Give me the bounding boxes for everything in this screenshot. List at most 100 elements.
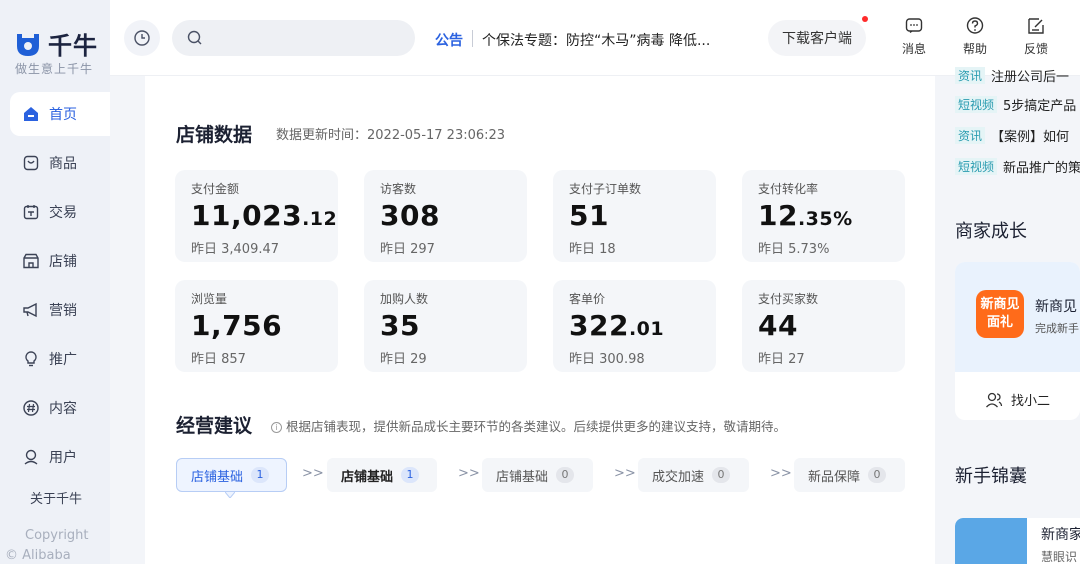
sidebar-item-marketing[interactable]: 营销 <box>10 288 110 332</box>
metric-label: 支付买家数 <box>758 292 819 306</box>
step-count-badge: 0 <box>712 467 731 483</box>
advice-title: 经营建议 <box>176 415 253 437</box>
sidebar-item-label: 首页 <box>49 107 77 123</box>
home-icon <box>22 105 40 123</box>
news-item[interactable]: 短视频 5步搞定产品 <box>955 95 1076 114</box>
search-input[interactable] <box>172 20 415 56</box>
feedback-icon <box>1028 18 1044 34</box>
download-client-button[interactable]: 下载客户端 <box>768 20 866 56</box>
step-label: 成交加速 <box>652 469 705 485</box>
metric-value: 51 <box>569 199 609 232</box>
advice-step-2[interactable]: 店铺基础 1 <box>327 458 437 492</box>
metric-label: 加购人数 <box>380 292 429 306</box>
search-icon <box>187 30 202 45</box>
feedback-button[interactable]: 反馈 <box>1016 16 1056 57</box>
people-icon <box>986 392 1003 407</box>
metric-yesterday: 昨日 29 <box>380 352 427 367</box>
metric-value: 308 <box>380 199 440 232</box>
growth-card-name: 新商见 <box>1035 299 1077 315</box>
store-icon <box>22 252 40 270</box>
advice-hint: i 根据店铺表现，提供新品成长主要环节的各类建议。后续提供更多的建议支持，敬请期待… <box>271 416 786 435</box>
metric-card-add-to-cart[interactable]: 加购人数 35 昨日 29 <box>364 280 527 372</box>
tips-title: 新手锦囊 <box>955 466 1027 487</box>
metric-yesterday: 昨日 3,409.47 <box>191 242 280 257</box>
sidebar-item-goods[interactable]: 商品 <box>10 141 110 185</box>
metric-card-paying-buyers[interactable]: 支付买家数 44 昨日 27 <box>742 280 905 372</box>
step-count-badge: 0 <box>556 467 575 483</box>
metric-label: 客单价 <box>569 292 606 306</box>
contact-staff-button[interactable]: 找小二 <box>985 390 1050 409</box>
clock-icon <box>134 30 150 46</box>
history-button[interactable] <box>124 20 160 56</box>
step-count-badge: 0 <box>868 467 887 483</box>
metric-yesterday: 昨日 27 <box>758 352 805 367</box>
tip-card-desc: 慧眼识 <box>1041 550 1078 564</box>
notification-dot <box>862 16 868 22</box>
sidebar-item-trade[interactable]: 交易 <box>10 190 110 234</box>
tip-thumbnail <box>955 518 1027 564</box>
news-title: 注册公司后一 <box>991 70 1070 85</box>
step-arrow-icon: >> <box>302 466 324 481</box>
sidebar-item-promotion[interactable]: 推广 <box>10 337 110 381</box>
metric-yesterday: 昨日 857 <box>191 352 246 367</box>
help-label: 帮助 <box>962 42 987 56</box>
metric-card-page-views[interactable]: 浏览量 1,756 昨日 857 <box>175 280 338 372</box>
growth-card[interactable]: 新商见面礼 新商见 完成新手 找小二 <box>955 262 1080 420</box>
metric-card-payment-amount[interactable]: 支付金额 11,023.12 昨日 3,409.47 <box>175 170 338 262</box>
brand-logo[interactable]: 千牛 <box>14 26 98 61</box>
metric-value: 1,756 <box>191 309 283 342</box>
sidebar-item-store[interactable]: 店铺 <box>10 239 110 283</box>
news-item[interactable]: 短视频 新品推广的策 <box>955 157 1080 176</box>
messages-button[interactable]: 消息 <box>894 16 934 57</box>
sidebar-item-content[interactable]: 内容 <box>10 386 110 430</box>
metric-value: 35 <box>380 309 420 342</box>
metric-value: 12.35% <box>758 199 853 232</box>
news-item[interactable]: 资讯 【案例】如何 <box>955 126 1069 145</box>
sidebar-nav: 首页 商品 交易 店铺 营销 推广 内容 用户 <box>10 92 110 484</box>
metric-label: 支付金额 <box>191 182 240 196</box>
advice-step-5[interactable]: 新品保障 0 <box>794 458 905 492</box>
news-tag: 短视频 <box>955 96 998 113</box>
sidebar-item-label: 交易 <box>49 205 77 221</box>
sidebar-item-user[interactable]: 用户 <box>10 435 110 479</box>
metric-yesterday: 昨日 18 <box>569 242 616 257</box>
step-count-badge: 1 <box>251 467 270 483</box>
metric-card-visitors[interactable]: 访客数 308 昨日 297 <box>364 170 527 262</box>
sidebar-item-label: 内容 <box>49 401 77 417</box>
sidebar-item-label: 店铺 <box>49 254 77 270</box>
notice-label: 公告 <box>435 33 463 49</box>
sidebar-item-home[interactable]: 首页 <box>10 92 110 136</box>
feedback-label: 反馈 <box>1023 42 1048 56</box>
metric-card-sub-orders[interactable]: 支付子订单数 51 昨日 18 <box>553 170 716 262</box>
brand-slogan: 做生意上千牛 <box>15 62 94 76</box>
advice-step-4[interactable]: 成交加速 0 <box>638 458 749 492</box>
metric-label: 访客数 <box>380 182 417 196</box>
notice-text[interactable]: 个保法专题：防控“木马”病毒 降低... <box>482 30 710 50</box>
growth-title: 商家成长 <box>955 221 1027 242</box>
step-label: 店铺基础 <box>341 469 394 485</box>
metric-yesterday: 昨日 300.98 <box>569 352 645 367</box>
advice-step-1[interactable]: 店铺基础 1 <box>176 458 287 492</box>
news-title: 5步搞定产品 <box>1003 99 1077 114</box>
active-step-pointer <box>225 492 235 498</box>
copyright-text: Copyright <box>25 528 89 543</box>
metric-card-conversion-rate[interactable]: 支付转化率 12.35% 昨日 5.73% <box>742 170 905 262</box>
message-icon <box>905 18 923 34</box>
metric-yesterday: 昨日 5.73% <box>758 242 830 257</box>
news-title: 新品推广的策 <box>1003 161 1080 176</box>
metric-card-avg-order-value[interactable]: 客单价 322.01 昨日 300.98 <box>553 280 716 372</box>
tip-card[interactable]: 新商家 慧眼识 <box>955 518 1080 564</box>
news-item[interactable]: 资讯 注册公司后一 <box>955 66 1069 85</box>
sidebar-item-label: 用户 <box>49 450 77 466</box>
advice-step-3[interactable]: 店铺基础 0 <box>482 458 593 492</box>
metric-value: 44 <box>758 309 798 342</box>
info-icon: i <box>271 422 282 433</box>
gift-badge-icon: 新商见面礼 <box>976 290 1024 338</box>
step-arrow-icon: >> <box>614 466 636 481</box>
help-button[interactable]: 帮助 <box>955 16 995 57</box>
about-link[interactable]: 关于千牛 <box>30 488 82 507</box>
metric-value: 322.01 <box>569 309 665 342</box>
trade-icon <box>22 203 40 221</box>
step-label: 新品保障 <box>808 469 861 485</box>
brand-name: 千牛 <box>48 32 98 60</box>
